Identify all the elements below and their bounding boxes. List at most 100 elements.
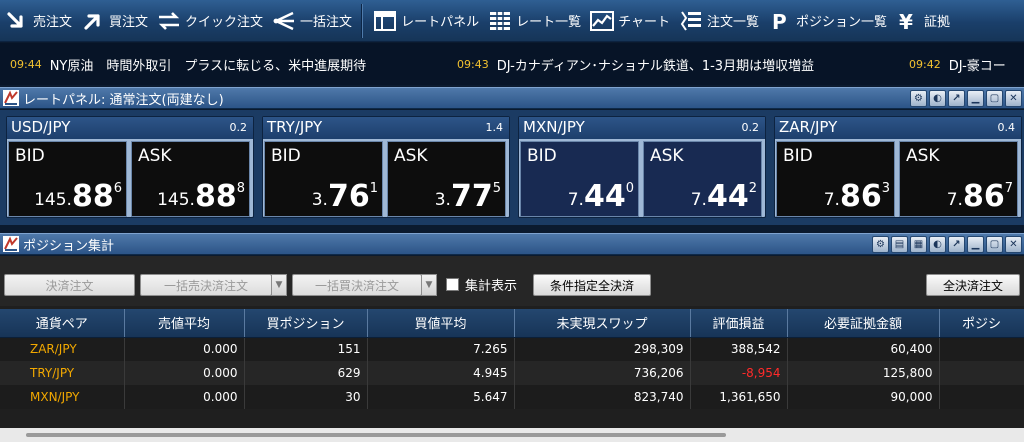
pin-icon[interactable]: ↗	[948, 90, 965, 107]
svg-text:P: P	[772, 10, 787, 32]
cell-pnl: 1,361,650	[690, 385, 788, 409]
position-list-icon: P	[767, 8, 793, 34]
close-icon[interactable]: ✕	[1005, 90, 1022, 107]
table-row[interactable]: TRY/JPY 0.000 629 4.945 736,206 -8,954 1…	[0, 361, 1024, 385]
cell-unrealized-swap: 736,206	[514, 361, 691, 385]
position-table: 通貨ペア 売値平均 買ポジション 買値平均 未実現スワップ 評価損益 必要証拠金…	[0, 309, 1024, 409]
bid-button[interactable]: BID 7. 44 0	[520, 141, 639, 217]
bid-label: BID	[15, 146, 45, 166]
panel-window-controls: ⚙ ◐ ↗ ▁ ▢ ✕	[910, 90, 1022, 107]
cell-pair: TRY/JPY	[0, 361, 125, 385]
bulk-order-icon	[271, 8, 297, 34]
position-panel-body: 決済注文 一括売決済注文 ▼ 一括買決済注文 ▼ 集計表示 条件指定全決済 全決…	[0, 256, 1024, 442]
rate-panel-title: レートパネル: 通常注文(両建なし)	[23, 92, 224, 108]
ask-label: ASK	[906, 146, 940, 166]
ask-label: ASK	[394, 146, 428, 166]
cell-unrealized-swap: 823,740	[514, 385, 691, 409]
chart-icon	[589, 8, 615, 34]
ask-price: 145. 88 8	[157, 179, 245, 214]
bulk-order-label: 一括注文	[300, 15, 353, 30]
ask-price: 7. 44 2	[690, 179, 757, 214]
print-icon[interactable]: ▦	[910, 236, 927, 253]
bulk-sell-settle-button[interactable]: 一括売決済注文	[140, 274, 272, 296]
rate-card-tryjpy: TRY/JPY 1.4 BID 3. 76 1 ASK 3. 77 5	[262, 116, 510, 218]
cell-pnl: 388,542	[690, 337, 788, 361]
column-header[interactable]: 評価損益	[690, 309, 788, 338]
palette-icon[interactable]: ◐	[929, 236, 946, 253]
ask-button[interactable]: ASK 7. 86 7	[899, 141, 1018, 217]
sell-order-button[interactable]: 売注文	[0, 0, 76, 41]
news-time: 09:42	[909, 57, 941, 71]
svg-text:¥: ¥	[899, 10, 913, 32]
news-item[interactable]: 09:44 NY原油 時間外取引 プラスに転じる、米中進展期待	[0, 55, 447, 74]
chevron-down-icon[interactable]: ▼	[421, 274, 437, 296]
ask-button[interactable]: ASK 7. 44 2	[643, 141, 762, 217]
margin-button[interactable]: ¥ 証拠	[891, 0, 954, 41]
table-row[interactable]: ZAR/JPY 0.000 151 7.265 298,309 388,542 …	[0, 337, 1024, 361]
aggregate-display-checkbox[interactable]	[446, 278, 459, 291]
bid-button[interactable]: BID 3. 76 1	[264, 141, 383, 217]
horizontal-scrollbar[interactable]	[0, 428, 1024, 442]
cell-sell-avg: 0.000	[124, 385, 245, 409]
column-header[interactable]: 通貨ペア	[0, 309, 125, 338]
scrollbar-thumb[interactable]	[26, 433, 726, 437]
cell-buy-position: 629	[244, 361, 368, 385]
settle-order-button[interactable]: 決済注文	[4, 274, 135, 296]
minimize-icon[interactable]: ▁	[967, 236, 984, 253]
buy-arrow-icon	[80, 8, 106, 34]
column-header[interactable]: 必要証拠金額	[787, 309, 940, 338]
chevron-down-icon[interactable]: ▼	[271, 274, 287, 296]
spread-value: 0.4	[997, 121, 1016, 134]
news-item[interactable]: 09:43 DJ-カナディアン･ナショナル鉄道、1-3月期は増収増益	[447, 55, 899, 74]
palette-icon[interactable]: ◐	[929, 90, 946, 107]
sell-order-label: 売注文	[33, 15, 73, 30]
rate-panel-button[interactable]: レートパネル	[368, 0, 483, 41]
bulk-buy-settle-button[interactable]: 一括買決済注文	[292, 274, 422, 296]
toolbar-divider	[361, 3, 364, 38]
maximize-icon[interactable]: ▢	[986, 90, 1003, 107]
table-header-row: 通貨ペア 売値平均 買ポジション 買値平均 未実現スワップ 評価損益 必要証拠金…	[0, 309, 1024, 338]
margin-label: 証拠	[924, 15, 951, 30]
rate-list-button[interactable]: レート一覧	[483, 0, 585, 41]
column-header[interactable]: 買値平均	[367, 309, 515, 338]
order-list-button[interactable]: 注文一覧	[674, 0, 763, 41]
quick-order-button[interactable]: クイック注文	[152, 0, 267, 41]
currency-pair: ZAR/JPY	[779, 118, 838, 136]
column-header[interactable]: 買ポジション	[244, 309, 368, 338]
bulk-order-button[interactable]: 一括注文	[267, 0, 356, 41]
cell-position	[939, 385, 1024, 409]
buy-order-button[interactable]: 買注文	[76, 0, 152, 41]
all-settle-order-button[interactable]: 全決済注文	[926, 274, 1020, 296]
maximize-icon[interactable]: ▢	[986, 236, 1003, 253]
position-list-button[interactable]: P ポジション一覧	[763, 0, 891, 41]
column-header[interactable]: 未実現スワップ	[514, 309, 691, 338]
pin-icon[interactable]: ↗	[948, 236, 965, 253]
cell-position	[939, 337, 1024, 361]
cell-required-margin: 60,400	[787, 337, 940, 361]
bid-label: BID	[527, 146, 557, 166]
conditional-all-settle-button[interactable]: 条件指定全決済	[533, 274, 651, 296]
chart-button[interactable]: チャート	[585, 0, 674, 41]
rate-list-label: レート一覧	[516, 15, 582, 30]
rate-card-zarjpy: ZAR/JPY 0.4 BID 7. 86 3 ASK 7. 86 7	[774, 116, 1022, 218]
cell-pair: MXN/JPY	[0, 385, 125, 409]
news-ticker: 09:44 NY原油 時間外取引 プラスに転じる、米中進展期待 09:43 DJ…	[0, 43, 1024, 85]
bid-button[interactable]: BID 145. 88 6	[8, 141, 127, 217]
minimize-icon[interactable]: ▁	[967, 90, 984, 107]
rate-panel-label: レートパネル	[401, 15, 480, 30]
settings-gear-icon[interactable]: ⚙	[872, 236, 889, 253]
cell-sell-avg: 0.000	[124, 361, 245, 385]
table-row[interactable]: MXN/JPY 0.000 30 5.647 823,740 1,361,650…	[0, 385, 1024, 409]
column-header[interactable]: ポジシ	[939, 309, 1024, 338]
ask-button[interactable]: ASK 3. 77 5	[387, 141, 506, 217]
bid-button[interactable]: BID 7. 86 3	[776, 141, 895, 217]
currency-pair: USD/JPY	[11, 118, 71, 136]
settings-gear-icon[interactable]: ⚙	[910, 90, 927, 107]
news-item[interactable]: 09:42 DJ-豪コー	[899, 55, 1006, 74]
news-headline: NY原油 時間外取引 プラスに転じる、米中進展期待	[49, 58, 367, 74]
column-header[interactable]: 売値平均	[124, 309, 245, 338]
ask-button[interactable]: ASK 145. 88 8	[131, 141, 250, 217]
export-icon[interactable]: ▤	[891, 236, 908, 253]
bid-price: 3. 76 1	[311, 179, 378, 214]
close-icon[interactable]: ✕	[1005, 236, 1022, 253]
